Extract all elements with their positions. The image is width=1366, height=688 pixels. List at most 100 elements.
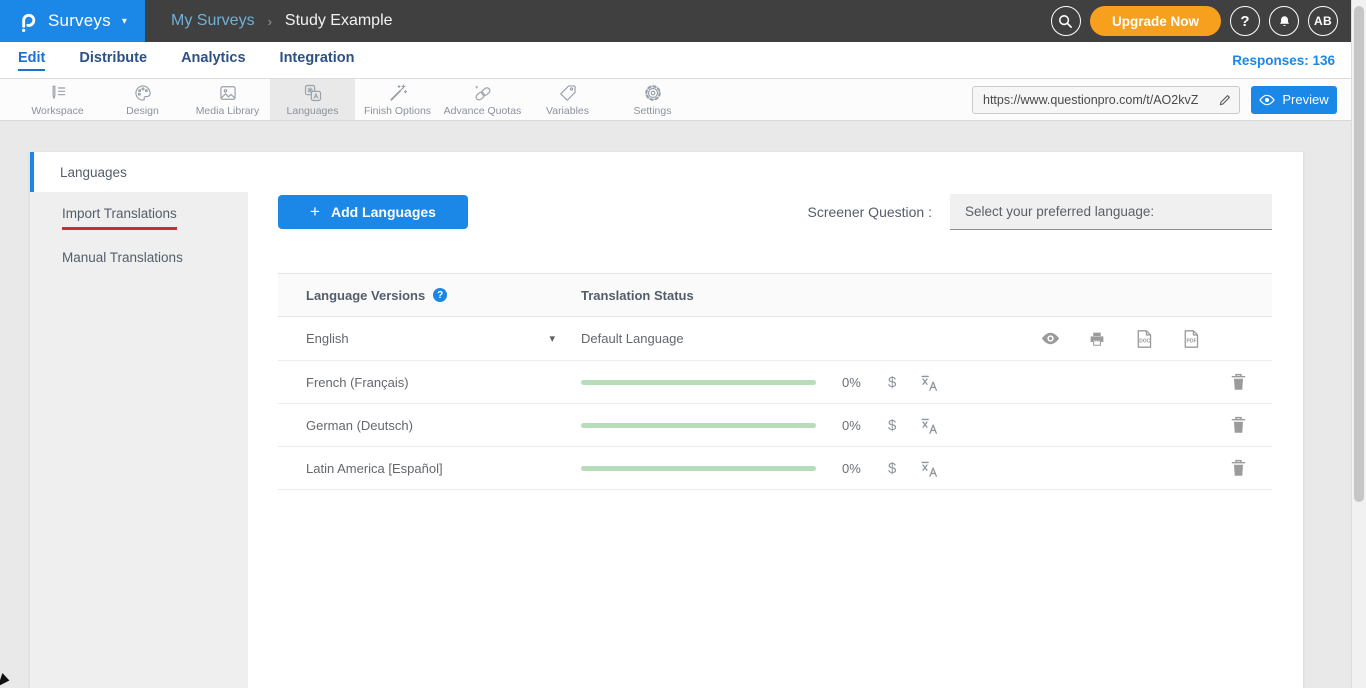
doc-file-icon: DOC — [1135, 329, 1153, 349]
print-button[interactable] — [1087, 329, 1107, 349]
toolbar-item-advance-quotas[interactable]: Advance Quotas — [440, 79, 525, 120]
breadcrumb-separator-icon: › — [268, 14, 272, 29]
default-language-name: English — [306, 331, 349, 346]
progress-percent: 0% — [842, 461, 866, 476]
default-row-actions: DOC PDF — [1040, 329, 1201, 349]
avatar[interactable]: AB — [1308, 6, 1338, 36]
export-doc-button[interactable]: DOC — [1134, 329, 1154, 349]
toolbar-item-media-library[interactable]: Media Library — [185, 79, 270, 120]
trash-icon — [1231, 373, 1246, 391]
toolbar-item-workspace[interactable]: Workspace — [15, 79, 100, 120]
eye-icon — [1041, 332, 1060, 345]
translation-cost-icon[interactable]: $ — [888, 374, 896, 391]
language-versions-table: Language Versions ? Translation Status E… — [278, 273, 1272, 490]
sidebar-item-import-translations[interactable]: Import Translations — [62, 206, 248, 230]
translation-progress-bar — [581, 466, 816, 471]
breadcrumb-my-surveys[interactable]: My Surveys — [171, 12, 255, 30]
design-icon — [133, 83, 153, 103]
upgrade-now-button[interactable]: Upgrade Now — [1090, 6, 1221, 36]
toolbar-items: Workspace Design Media Library — [0, 79, 695, 120]
tab-distribute[interactable]: Distribute — [79, 50, 147, 71]
sidebar-item-manual-translations[interactable]: Manual Translations — [62, 250, 248, 274]
table-row-default-language: English ▾ Default Language — [278, 317, 1272, 361]
translate-icon — [920, 373, 939, 392]
edit-toolbar: Workspace Design Media Library — [0, 79, 1351, 121]
toolbar-item-languages[interactable]: Languages — [270, 79, 355, 120]
preview-button[interactable]: Preview — [1251, 86, 1337, 114]
workspace-icon — [48, 83, 68, 103]
product-switcher[interactable]: Surveys ▾ — [0, 0, 145, 42]
app-window: Surveys ▾ My Surveys › Study Example Upg… — [0, 0, 1351, 688]
auto-translate-button[interactable] — [920, 416, 939, 435]
survey-url-box — [972, 86, 1240, 114]
delete-language-button[interactable] — [1231, 416, 1246, 434]
survey-url-input[interactable] — [973, 93, 1211, 107]
toolbar-item-settings[interactable]: Settings — [610, 79, 695, 120]
printer-icon — [1088, 330, 1106, 348]
responses-count[interactable]: Responses: 136 — [1232, 53, 1335, 68]
questionpro-logo-icon — [16, 9, 39, 34]
pencil-icon — [1218, 93, 1232, 107]
toolbar-item-variables[interactable]: Variables — [525, 79, 610, 120]
export-pdf-button[interactable]: PDF — [1181, 329, 1201, 349]
delete-language-button[interactable] — [1231, 373, 1246, 391]
toolbar-item-finish-options[interactable]: Finish Options — [355, 79, 440, 120]
window-scrollbar[interactable] — [1351, 0, 1366, 688]
product-label: Surveys — [48, 11, 111, 31]
delete-language-button[interactable] — [1231, 459, 1246, 477]
tab-integration[interactable]: Integration — [280, 50, 355, 71]
edit-url-button[interactable] — [1211, 87, 1239, 113]
help-button[interactable]: ? — [1230, 6, 1260, 36]
languages-main: + Add Languages Screener Question : Sele… — [248, 152, 1303, 688]
screener-question-label: Screener Question : — [807, 204, 932, 220]
view-survey-button[interactable] — [1040, 329, 1060, 349]
screener-question-group: Screener Question : Select your preferre… — [807, 194, 1272, 230]
progress-percent: 0% — [842, 418, 866, 433]
chevron-down-icon: ▾ — [122, 16, 127, 27]
settings-icon — [643, 83, 663, 103]
questionpro-app: Surveys ▾ My Surveys › Study Example Upg… — [0, 0, 1366, 688]
search-button[interactable] — [1051, 6, 1081, 36]
breadcrumb-current: Study Example — [285, 12, 393, 30]
content-area: Languages Import Translations Manual Tra… — [0, 121, 1351, 688]
languages-icon — [303, 83, 323, 103]
search-icon — [1058, 14, 1073, 29]
sidebar-item-languages[interactable]: Languages — [30, 152, 248, 192]
top-actions: Upgrade Now ? AB — [1051, 6, 1338, 36]
svg-text:DOC: DOC — [1139, 338, 1151, 344]
svg-text:PDF: PDF — [1187, 338, 1197, 344]
chevron-down-icon[interactable]: ▾ — [549, 332, 555, 345]
table-row-french: French (Français) 0% $ — [278, 361, 1272, 404]
finish-options-icon — [388, 83, 408, 103]
pdf-file-icon: PDF — [1182, 329, 1200, 349]
media-library-icon — [218, 83, 238, 103]
tab-analytics[interactable]: Analytics — [181, 50, 245, 71]
sidebar-panel: Import Translations Manual Translations — [30, 192, 248, 688]
column-translation-status: Translation Status — [581, 288, 694, 303]
add-languages-button[interactable]: + Add Languages — [278, 195, 468, 229]
eye-icon — [1259, 94, 1275, 106]
languages-card: Languages Import Translations Manual Tra… — [30, 152, 1303, 688]
translate-icon — [920, 416, 939, 435]
progress-percent: 0% — [842, 375, 866, 390]
scrollbar-thumb[interactable] — [1354, 6, 1364, 502]
screener-question-select[interactable]: Select your preferred language: — [950, 194, 1272, 230]
notifications-button[interactable] — [1269, 6, 1299, 36]
table-header-row: Language Versions ? Translation Status — [278, 273, 1272, 317]
advance-quotas-icon — [473, 83, 493, 103]
auto-translate-button[interactable] — [920, 459, 939, 478]
help-icon[interactable]: ? — [433, 288, 447, 302]
translation-cost-icon[interactable]: $ — [888, 417, 896, 434]
translation-cost-icon[interactable]: $ — [888, 460, 896, 477]
translation-progress-bar — [581, 380, 816, 385]
tab-edit[interactable]: Edit — [18, 50, 45, 71]
breadcrumb: My Surveys › Study Example — [171, 12, 393, 30]
main-top-row: + Add Languages Screener Question : Sele… — [278, 194, 1272, 230]
toolbar-item-design[interactable]: Design — [100, 79, 185, 120]
bell-icon — [1277, 14, 1292, 29]
auto-translate-button[interactable] — [920, 373, 939, 392]
toolbar-right: Preview — [972, 86, 1337, 114]
plus-icon: + — [310, 202, 320, 222]
table-row-latin-america: Latin America [Español] 0% $ — [278, 447, 1272, 490]
trash-icon — [1231, 459, 1246, 477]
